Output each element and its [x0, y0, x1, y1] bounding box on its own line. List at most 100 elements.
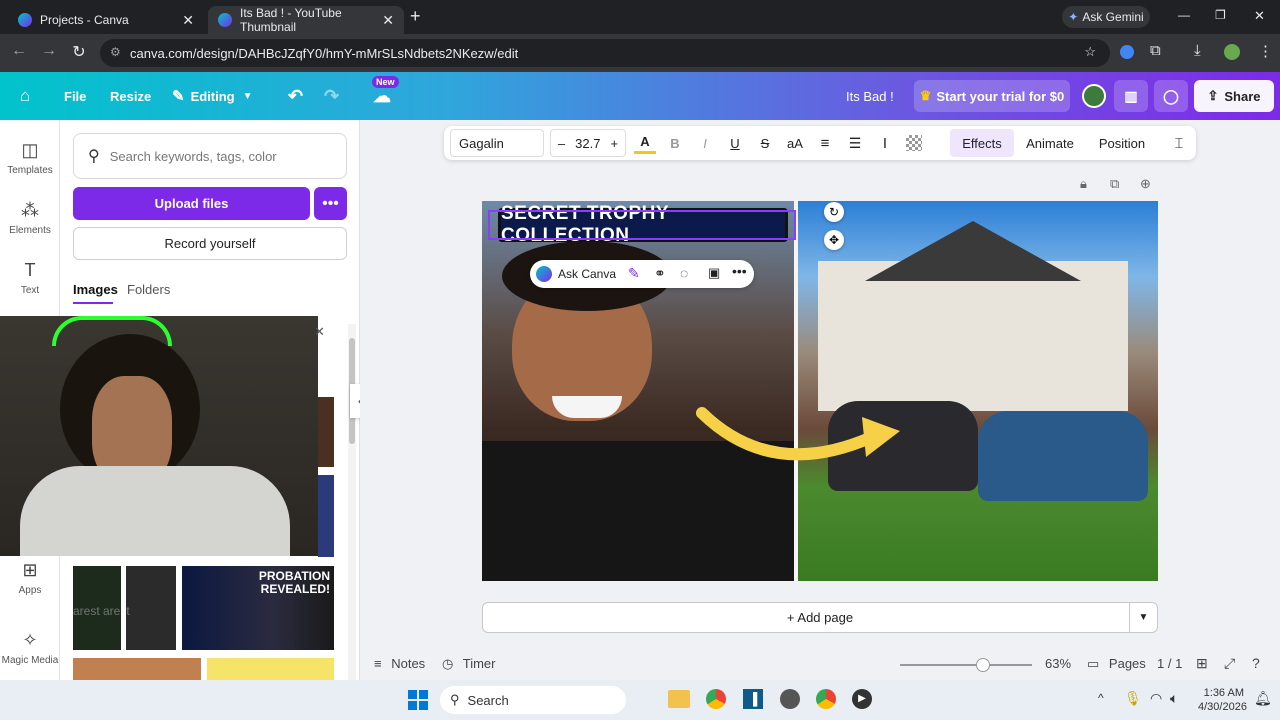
site-info-icon[interactable]: ⚙ [110, 45, 121, 59]
increase-size-button[interactable]: + [610, 136, 618, 151]
animate-button[interactable]: Animate [1020, 126, 1080, 160]
close-overlay-icon[interactable]: ✕ [314, 324, 325, 340]
upload-files-button[interactable]: Upload files [73, 187, 310, 220]
help-icon[interactable]: ? [1252, 655, 1260, 671]
decrease-size-button[interactable]: – [558, 136, 565, 151]
paint-format-icon[interactable]: ⌶ [1168, 126, 1190, 160]
spacing-icon[interactable]: Ⅰ [874, 126, 896, 160]
rail-apps[interactable]: ⊞ Apps [0, 560, 60, 596]
font-size-stepper[interactable]: – 32.7 + [550, 129, 626, 157]
url-field[interactable]: ⚙ canva.com/design/DAHBcJZqfY0/hmY-mMrSL… [100, 39, 1110, 67]
more-icon[interactable]: ••• [732, 263, 747, 279]
transparency-icon[interactable] [906, 135, 922, 151]
link-icon[interactable]: ⚭ [654, 265, 666, 282]
pages-button[interactable]: ▭ Pages [1087, 656, 1146, 672]
reload-icon[interactable]: ↻ [68, 42, 90, 62]
minimize-icon[interactable]: — [1178, 8, 1190, 22]
position-button[interactable]: Position [1092, 126, 1152, 160]
yellow-arrow[interactable] [682, 401, 912, 471]
editing-menu[interactable]: ✎ Editing ▼ [172, 72, 253, 120]
start-trial-button[interactable]: ♛ Start your trial for $0 [914, 80, 1070, 112]
rail-magic-media[interactable]: ✧ Magic Media [0, 630, 60, 666]
ask-gemini-button[interactable]: ✦ Ask Gemini [1062, 6, 1150, 28]
search-input[interactable]: ⚲ Search keywords, tags, color [73, 133, 347, 179]
zoom-value[interactable]: 63% [1045, 656, 1071, 671]
zoom-slider-handle[interactable] [976, 658, 990, 672]
rotate-icon[interactable]: ↻ [824, 202, 844, 222]
restore-icon[interactable]: ❐ [1215, 8, 1226, 22]
comment-icon[interactable]: ◯ [1154, 80, 1188, 112]
bookmark-star-icon[interactable]: ☆ [1084, 44, 1096, 60]
add-page-button[interactable]: + Add page ▼ [482, 602, 1158, 633]
undo-icon[interactable]: ↶ [288, 72, 303, 120]
chrome-icon[interactable] [706, 689, 726, 709]
extension-icon[interactable] [1120, 45, 1134, 59]
clock[interactable]: 1:36 AM 4/30/2026 [1198, 686, 1247, 714]
file-menu[interactable]: File [64, 72, 86, 120]
puzzle-extensions-icon[interactable]: ⧉ [1150, 42, 1161, 59]
share-button[interactable]: ⇪ Share [1194, 80, 1274, 112]
app-icon[interactable]: ▐ [743, 689, 763, 709]
windows-start-icon[interactable] [408, 690, 428, 710]
align-center-icon[interactable]: ≡ [814, 126, 836, 160]
bold-button[interactable]: B [664, 126, 686, 160]
record-yourself-button[interactable]: Record yourself [73, 227, 347, 260]
grid-view-icon[interactable]: ⊞ [1196, 655, 1208, 672]
app-icon[interactable] [780, 689, 800, 709]
forward-icon[interactable]: → [38, 42, 60, 60]
insights-chart-icon[interactable]: ▥ [1114, 80, 1148, 112]
download-icon[interactable]: ⤓ [1194, 42, 1201, 59]
taskbar-search[interactable]: ⚲ Search [440, 686, 626, 714]
person-photo[interactable] [482, 201, 794, 581]
microphone-icon[interactable]: 🎙︎ [1124, 690, 1142, 707]
media-player-icon[interactable]: ▶ [852, 689, 872, 709]
file-explorer-icon[interactable] [668, 690, 690, 708]
underline-button[interactable]: U [724, 126, 746, 160]
close-tab-icon[interactable]: ✕ [182, 12, 194, 29]
italic-button[interactable]: I [694, 126, 716, 160]
fullscreen-icon[interactable]: ⤢ [1224, 655, 1235, 672]
wifi-icon[interactable]: ◠ [1150, 690, 1162, 707]
rail-templates[interactable]: ◫ Templates [0, 140, 60, 176]
move-icon[interactable]: ✥ [824, 230, 844, 250]
lock-icon[interactable]: ▣ [708, 265, 720, 281]
image-thumbnail[interactable] [318, 397, 334, 467]
close-window-icon[interactable]: ✕ [1254, 8, 1265, 24]
effects-button[interactable]: Effects [950, 129, 1014, 157]
text-color-button[interactable]: A [634, 132, 656, 154]
duplicate-page-icon[interactable]: ⧉ [1110, 176, 1119, 192]
image-thumbnail[interactable] [207, 658, 334, 680]
design-canvas[interactable]: SECRET TROPHY COLLECTION Ask Canva ✎ ⚭ ◌… [482, 201, 1158, 581]
letter-case-button[interactable]: aA [784, 126, 806, 160]
new-tab-icon[interactable]: + [410, 6, 421, 27]
magic-edit-icon[interactable]: ✎ [628, 265, 640, 282]
image-thumbnail[interactable] [73, 658, 201, 680]
list-icon[interactable]: ☰ [844, 126, 866, 160]
browser-menu-icon[interactable]: ⋮ [1258, 42, 1273, 60]
home-icon[interactable]: ⌂ [20, 72, 30, 120]
show-hidden-icon[interactable]: ^ [1098, 691, 1104, 705]
user-avatar[interactable] [1082, 84, 1106, 108]
image-thumbnail-probation[interactable]: PROBATION REVEALED! [182, 566, 334, 650]
image-thumbnail[interactable] [126, 566, 176, 650]
profile-avatar[interactable] [1224, 44, 1240, 60]
resize-button[interactable]: Resize [110, 72, 151, 120]
more-options-icon[interactable]: ••• [314, 187, 347, 220]
close-tab-icon[interactable]: ✕ [382, 12, 394, 29]
font-size-value[interactable]: 32.7 [575, 136, 600, 151]
house-photo[interactable] [798, 201, 1158, 581]
font-selector[interactable]: Gagalin [450, 129, 544, 157]
panel-scrollbar[interactable] [348, 324, 356, 680]
tab-projects[interactable]: Projects - Canva ✕ [8, 6, 204, 34]
strikethrough-button[interactable]: S [754, 126, 776, 160]
chevron-down-icon[interactable]: ▼ [1129, 603, 1157, 632]
notes-button[interactable]: ≡ Notes [374, 656, 425, 671]
ask-canva-button[interactable]: Ask Canva [558, 267, 616, 281]
tab-images[interactable]: Images [73, 282, 118, 297]
add-comment-icon[interactable]: ◌ [680, 265, 688, 281]
add-page-icon[interactable]: ⊕ [1140, 176, 1151, 192]
rail-elements[interactable]: ⁂ Elements [0, 200, 60, 236]
rail-text[interactable]: T Text [0, 260, 60, 296]
volume-icon[interactable]: 🔈︎ [1170, 690, 1178, 707]
back-icon[interactable]: ← [8, 42, 30, 60]
